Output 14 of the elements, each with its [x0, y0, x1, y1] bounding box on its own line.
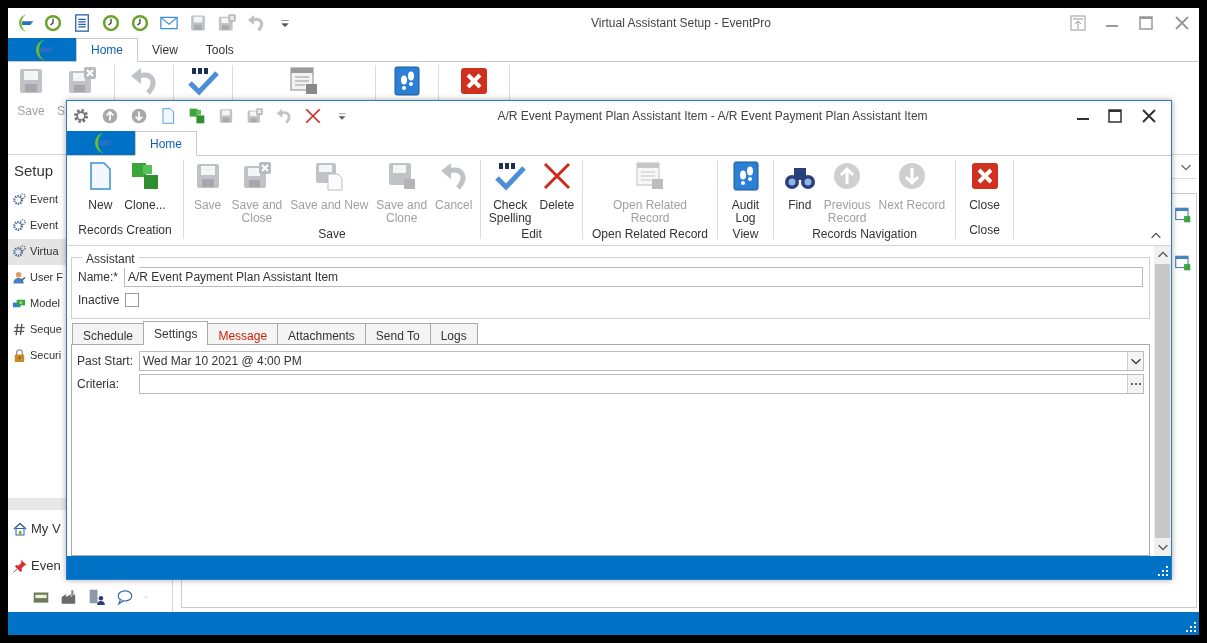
field-label: Name:* — [78, 269, 118, 286]
ribbon-group-label: Records Creation — [77, 222, 173, 239]
ribbon-group-label: Edit — [520, 226, 543, 243]
ribbon-group-label: Save — [317, 226, 347, 243]
field-label: Criteria: — [77, 376, 120, 393]
ribbon-group-label: Close — [968, 222, 1001, 239]
sidebar-title: Setup — [14, 161, 54, 181]
window-title: A/R Event Payment Plan Assistant Item - A/R Event Payment Plan Assistant Item — [496, 108, 929, 125]
field-label: Past Start: — [77, 353, 133, 370]
field-label: Inactive — [78, 292, 120, 309]
window-title: Virtual Assistant Setup - EventPro — [590, 15, 772, 32]
ribbon-group-label: Open Related Record — [590, 226, 710, 243]
ribbon-group-label: View — [731, 226, 760, 243]
ribbon-group-label: Records Navigation — [811, 226, 918, 243]
